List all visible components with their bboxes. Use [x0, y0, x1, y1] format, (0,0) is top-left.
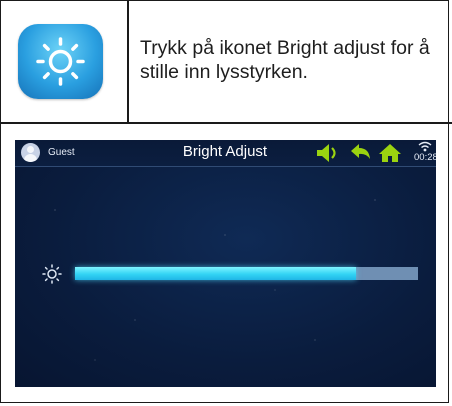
device-screen: Guest Bright Adjust 00:28	[15, 140, 436, 387]
brightness-icon	[36, 37, 85, 86]
page-title: Bright Adjust	[182, 143, 268, 160]
user-name: Guest	[48, 147, 75, 158]
wifi-icon	[418, 141, 432, 152]
instruction-text: Trykk på ikonet Bright adjust for å stil…	[140, 37, 430, 83]
brightness-slider[interactable]	[75, 267, 418, 280]
starfield-background	[15, 140, 436, 387]
back-icon[interactable]	[349, 143, 373, 163]
volume-icon[interactable]	[315, 143, 341, 163]
table-row-divider	[0, 122, 452, 124]
clock: 00:28	[414, 152, 436, 163]
home-icon[interactable]	[378, 143, 402, 163]
brightness-icon	[42, 264, 62, 284]
brightness-slider-fill	[75, 267, 357, 280]
avatar[interactable]	[21, 143, 40, 162]
table-column-divider	[127, 0, 129, 122]
bright-adjust-app-icon	[18, 24, 103, 99]
status-bar: Guest Bright Adjust 00:28	[15, 140, 436, 167]
